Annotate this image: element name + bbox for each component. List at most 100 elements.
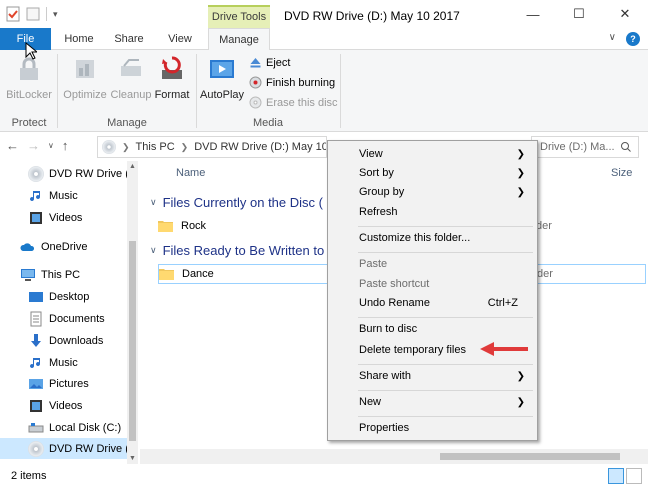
menu-item-label: Customize this folder... <box>359 232 471 244</box>
menu-item-customize-folder[interactable]: Customize this folder... <box>330 228 535 249</box>
large-icons-view-icon[interactable] <box>626 468 642 484</box>
menu-item-undo-rename[interactable]: Undo Rename Ctrl+Z <box>330 293 535 314</box>
scrollbar-thumb[interactable] <box>129 241 136 441</box>
nav-item-videos[interactable]: Videos <box>28 395 127 416</box>
maximize-button[interactable]: ☐ <box>556 0 602 28</box>
optimize-icon <box>76 60 94 78</box>
scrollbar-thumb[interactable] <box>440 453 620 460</box>
nav-item-label: Music <box>49 189 78 202</box>
menu-item-view[interactable]: View ❯ <box>330 144 535 165</box>
recent-locations-icon[interactable]: ∨ <box>48 141 54 153</box>
minimize-button[interactable]: — <box>510 0 556 28</box>
nav-pane-scrollbar[interactable]: ▲ ▼ <box>127 161 138 464</box>
breadcrumb-dvd-drive[interactable]: DVD RW Drive (D:) May 10 20 <box>194 141 326 153</box>
menu-item-label: Properties <box>359 422 410 434</box>
submenu-arrow-icon: ❯ <box>516 149 525 160</box>
ribbon-expand-icon[interactable]: ∨ <box>609 32 616 46</box>
nav-item-music[interactable]: Music <box>28 352 127 373</box>
burn-disc-icon <box>249 76 262 89</box>
column-header-name[interactable]: Name <box>176 167 205 179</box>
nav-item-pictures[interactable]: Pictures <box>28 373 127 394</box>
breadcrumb-chevron-icon[interactable]: ❯ <box>181 142 189 153</box>
scroll-up-icon[interactable]: ▲ <box>129 163 136 170</box>
scroll-down-icon[interactable]: ▼ <box>129 455 136 462</box>
nav-item-dvd-drive[interactable]: DVD RW Drive (D: <box>28 163 127 184</box>
nav-item-label: Documents <box>49 312 105 325</box>
nav-item-desktop[interactable]: Desktop <box>28 286 127 307</box>
music-icon <box>30 190 41 201</box>
nav-item-documents[interactable]: Documents <box>28 308 127 329</box>
details-view-icon[interactable] <box>608 468 624 484</box>
menu-item-group-by[interactable]: Group by ❯ <box>330 182 535 203</box>
tab-view[interactable]: View <box>160 28 200 50</box>
nav-item-videos[interactable]: Videos <box>28 207 127 228</box>
breadcrumb-this-pc[interactable]: This PC <box>136 141 175 153</box>
search-icon[interactable] <box>620 141 632 153</box>
optimize-button[interactable]: Optimize <box>62 54 108 101</box>
navigation-bar: ← → ∨ ↑ ❯ This PC ❯ DVD RW Drive (D:) Ma… <box>0 133 648 161</box>
collapse-chevron-icon[interactable]: ∨ <box>150 197 157 208</box>
menu-item-properties[interactable]: Properties <box>330 418 535 439</box>
erase-disc-button[interactable]: Erase this disc <box>249 96 338 109</box>
back-arrow-icon[interactable]: ← <box>6 138 19 153</box>
folder-icon <box>158 221 173 232</box>
window-controls: — ☐ ✕ <box>510 0 648 28</box>
menu-item-label: View <box>359 148 383 160</box>
nav-item-this-pc[interactable]: This PC <box>20 264 127 285</box>
help-icon[interactable]: ? <box>626 32 640 46</box>
tab-share[interactable]: Share <box>108 28 150 50</box>
tab-manage[interactable]: Manage <box>208 28 270 51</box>
bitlocker-button[interactable]: BitLocker <box>6 54 52 101</box>
group-title: Files Currently on the Disc ( <box>162 195 323 210</box>
menu-item-refresh[interactable]: Refresh <box>330 202 535 223</box>
up-arrow-icon[interactable]: ↑ <box>62 138 69 153</box>
menu-item-label: Group by <box>359 186 405 198</box>
horizontal-scrollbar[interactable] <box>140 449 648 464</box>
group-label-media: Media <box>253 117 283 129</box>
group-header[interactable]: ∨ Files Ready to Be Written to <box>150 243 324 258</box>
menu-item-paste[interactable]: Paste <box>330 254 535 275</box>
menu-item-label: Paste shortcut <box>359 278 430 290</box>
cleanup-button[interactable]: Cleanup <box>108 54 154 101</box>
menu-separator <box>358 364 533 365</box>
menu-item-paste-shortcut[interactable]: Paste shortcut <box>330 274 535 295</box>
nav-item-local-disk[interactable]: Local Disk (C:) <box>28 417 127 438</box>
erase-disc-icon <box>249 96 262 109</box>
nav-item-downloads[interactable]: Downloads <box>28 330 127 351</box>
forward-arrow-icon[interactable]: → <box>27 138 40 153</box>
column-header-size[interactable]: Size <box>611 167 632 179</box>
collapse-chevron-icon[interactable]: ∨ <box>150 245 157 256</box>
address-bar[interactable]: ❯ This PC ❯ DVD RW Drive (D:) May 10 20 <box>97 136 327 158</box>
menu-separator <box>358 390 533 391</box>
menu-item-burn-to-disc[interactable]: Burn to disc <box>330 319 535 340</box>
documents-icon <box>30 311 42 326</box>
format-button[interactable]: Format <box>152 54 192 101</box>
nav-item-label: DVD RW Drive (D: <box>49 167 127 180</box>
finish-burning-button[interactable]: Finish burning <box>249 76 335 89</box>
breadcrumb-chevron-icon[interactable]: ❯ <box>122 142 130 153</box>
close-button[interactable]: ✕ <box>602 0 648 28</box>
pictures-icon <box>29 378 43 389</box>
autoplay-button[interactable]: AutoPlay <box>200 54 244 101</box>
eject-button[interactable]: Eject <box>249 56 290 69</box>
menu-item-new[interactable]: New ❯ <box>330 392 535 413</box>
new-folder-icon[interactable] <box>26 6 40 22</box>
computer-icon <box>21 268 35 281</box>
autoplay-label: AutoPlay <box>200 89 245 101</box>
address-tail-text: Drive (D:) Ma... <box>540 141 615 153</box>
onedrive-icon <box>20 242 35 251</box>
menu-item-label: Burn to disc <box>359 323 418 335</box>
menu-item-label: Sort by <box>359 167 394 179</box>
nav-item-onedrive[interactable]: OneDrive <box>20 236 127 257</box>
properties-icon[interactable] <box>6 6 20 22</box>
qat-customize-icon[interactable]: ▾ <box>53 9 58 20</box>
address-bar-tail[interactable]: Drive (D:) Ma... <box>531 136 639 158</box>
nav-item-music[interactable]: Music <box>28 185 127 206</box>
tab-home[interactable]: Home <box>58 28 100 50</box>
menu-item-sort-by[interactable]: Sort by ❯ <box>330 163 535 184</box>
music-icon <box>30 357 41 368</box>
menu-item-share-with[interactable]: Share with ❯ <box>330 366 535 387</box>
group-title: Files Ready to Be Written to <box>162 243 325 258</box>
nav-item-dvd-drive-selected[interactable]: DVD RW Drive (D: <box>0 438 127 459</box>
group-header[interactable]: ∨ Files Currently on the Disc ( <box>150 195 323 210</box>
